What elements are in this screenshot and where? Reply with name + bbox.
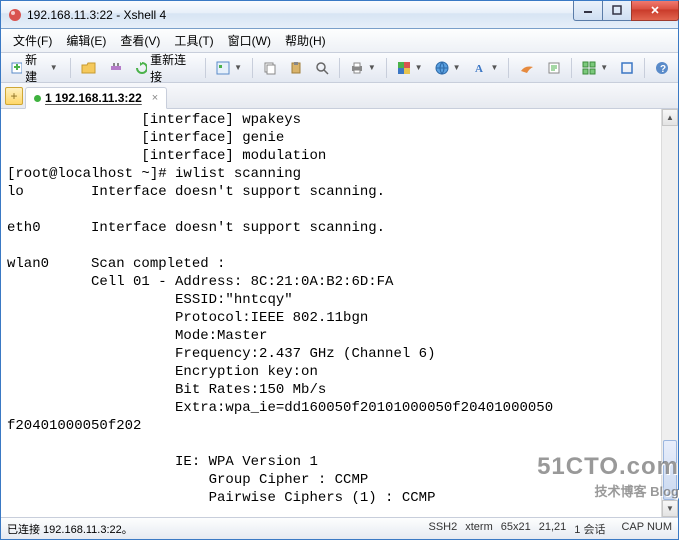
window-title: 192.168.11.3:22 - Xshell 4 [27,8,574,22]
properties-icon [216,61,230,75]
svg-text:?: ? [660,64,666,75]
dropdown-icon: ▼ [368,63,376,72]
separator [252,58,253,78]
folder-icon [81,61,97,75]
print-icon [350,61,364,75]
dropdown-icon: ▼ [234,63,242,72]
search-icon [315,61,329,75]
new-label: 新建 [25,51,46,85]
dropdown-icon: ▼ [600,63,608,72]
tab-bar: + 1 192.168.11.3:22 × [1,83,678,109]
scroll-up-button[interactable]: ▲ [662,109,678,126]
fullscreen-icon [620,61,634,75]
tile-icon [582,61,596,75]
search-button[interactable] [310,57,334,79]
dropdown-icon: ▼ [415,63,423,72]
script-icon [547,61,561,75]
paste-icon [289,61,303,75]
new-button[interactable]: 新建▼ [5,57,65,79]
palette-icon [397,61,411,75]
menu-edit[interactable]: 编辑(E) [60,30,112,51]
separator [339,58,340,78]
tab-label: 1 192.168.11.3:22 [45,91,142,105]
svg-text:A: A [475,63,483,75]
window-controls [574,1,679,21]
toolbar: 新建▼ 重新连接 ▼ ▼ ▼ ▼ A▼ ▼ ? [1,53,678,83]
terminal-output[interactable]: [interface] wpakeys [interface] genie [i… [1,109,661,517]
encoding-button[interactable]: ▼ [430,57,466,79]
status-cursor: 21,21 [539,521,567,537]
plug-icon [109,61,123,75]
scrollbar[interactable]: ▲ ▼ [661,109,678,517]
session-tab[interactable]: 1 192.168.11.3:22 × [25,87,167,109]
copy-icon [263,61,277,75]
reconnect-icon [135,61,148,75]
title-bar[interactable]: 192.168.11.3:22 - Xshell 4 [1,1,678,29]
status-bar: 已连接 192.168.11.3:22。 SSH2 xterm 65x21 21… [1,517,678,539]
minimize-button[interactable] [573,1,603,21]
separator [386,58,387,78]
dropdown-icon: ▼ [50,63,58,72]
menu-bar: 文件(F) 编辑(E) 查看(V) 工具(T) 窗口(W) 帮助(H) [1,29,678,53]
new-icon [10,61,22,75]
globe-icon [435,61,449,75]
colorscheme-button[interactable]: ▼ [392,57,428,79]
terminal-area: [interface] wpakeys [interface] genie [i… [1,109,678,517]
separator [70,58,71,78]
menu-view[interactable]: 查看(V) [114,30,166,51]
menu-tools[interactable]: 工具(T) [168,30,219,51]
help-button[interactable]: ? [650,57,674,79]
dropdown-icon: ▼ [490,63,498,72]
maximize-button[interactable] [602,1,632,21]
font-button[interactable]: A▼ [467,57,503,79]
reconnect-label: 重新连接 [150,51,193,85]
paste-button[interactable] [284,57,308,79]
close-button[interactable] [631,1,679,21]
script-button[interactable] [542,57,566,79]
help-icon: ? [655,61,669,75]
copy-button[interactable] [258,57,282,79]
status-term: xterm [465,521,493,537]
bird-icon [519,61,535,75]
status-connection: 已连接 192.168.11.3:22。 [7,521,429,537]
disconnect-button[interactable] [104,57,128,79]
add-tab-button[interactable]: + [5,87,23,105]
scroll-track[interactable] [662,126,678,500]
status-sessions: 1 会话 [574,521,605,537]
app-window: 192.168.11.3:22 - Xshell 4 文件(F) 编辑(E) 查… [0,0,679,540]
font-icon: A [472,61,486,75]
separator [644,58,645,78]
status-protocol: SSH2 [429,521,458,537]
properties-button[interactable]: ▼ [211,57,247,79]
close-tab-button[interactable]: × [152,92,158,104]
print-button[interactable]: ▼ [345,57,381,79]
status-num: NUM [647,521,672,533]
separator [205,58,206,78]
xftp-button[interactable] [514,57,540,79]
scroll-thumb[interactable] [663,440,677,500]
separator [571,58,572,78]
dropdown-icon: ▼ [453,63,461,72]
menu-file[interactable]: 文件(F) [7,30,58,51]
app-icon [7,7,23,23]
menu-help[interactable]: 帮助(H) [279,30,332,51]
separator [508,58,509,78]
menu-window[interactable]: 窗口(W) [222,30,277,51]
open-button[interactable] [76,57,102,79]
scroll-down-button[interactable]: ▼ [662,500,678,517]
status-dot-icon [34,95,41,102]
fullscreen-button[interactable] [615,57,639,79]
status-cap: CAP [621,521,643,533]
tile-button[interactable]: ▼ [577,57,613,79]
status-size: 65x21 [501,521,531,537]
reconnect-button[interactable]: 重新连接 [130,57,201,79]
